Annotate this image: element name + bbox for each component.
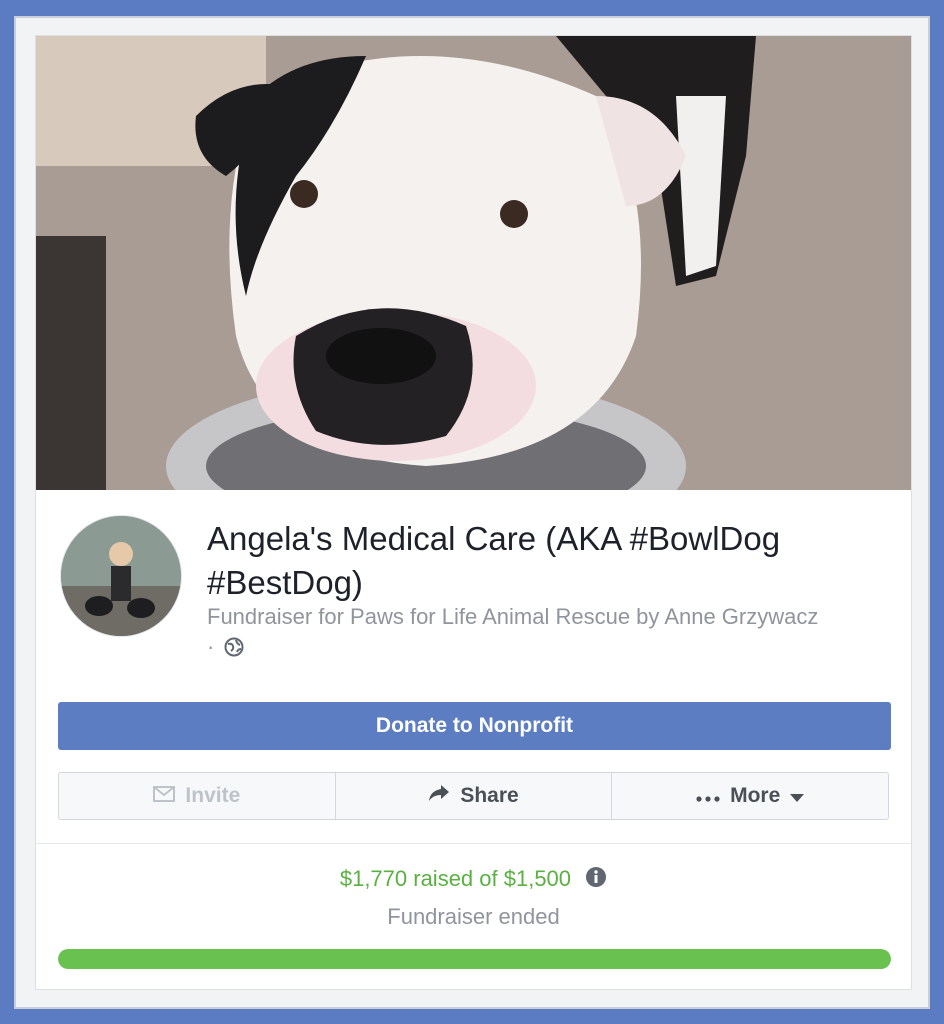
more-label: More <box>730 784 781 807</box>
progress-fill <box>58 949 891 969</box>
share-button[interactable]: Share <box>336 773 613 819</box>
more-button[interactable]: More <box>612 773 888 819</box>
globe-icon[interactable] <box>224 635 244 665</box>
envelope-icon <box>153 784 176 808</box>
donate-button[interactable]: Donate to Nonprofit <box>58 702 891 750</box>
cover-photo[interactable] <box>36 36 911 490</box>
invite-label: Invite <box>185 784 241 807</box>
fundraiser-status: Fundraiser ended <box>387 904 560 929</box>
progress-bar <box>58 949 891 969</box>
dog-illustration <box>36 36 911 490</box>
fundraiser-subtitle: Fundraiser for Paws for Life Animal Resc… <box>207 602 827 665</box>
fundraiser-card: Angela's Medical Care (AKA #BowlDog #Bes… <box>35 35 912 990</box>
ellipsis-icon <box>696 784 720 808</box>
share-label: Share <box>460 784 519 807</box>
avatar-illustration <box>61 516 181 636</box>
section-divider <box>36 843 911 844</box>
action-bar: Invite Share More <box>58 772 889 820</box>
fundraiser-title[interactable]: Angela's Medical Care (AKA #BowlDog #Bes… <box>207 517 897 605</box>
share-arrow-icon <box>428 784 450 808</box>
raised-amount: $1,770 raised of $1,500 <box>36 866 911 894</box>
organizer-avatar[interactable] <box>60 515 182 637</box>
caret-down-icon <box>790 784 805 808</box>
info-icon[interactable] <box>585 866 607 894</box>
subtitle-text: Fundraiser for Paws for Life Animal Resc… <box>207 604 819 659</box>
raised-text: $1,770 raised of $1,500 <box>339 866 572 891</box>
invite-button[interactable]: Invite <box>59 773 336 819</box>
